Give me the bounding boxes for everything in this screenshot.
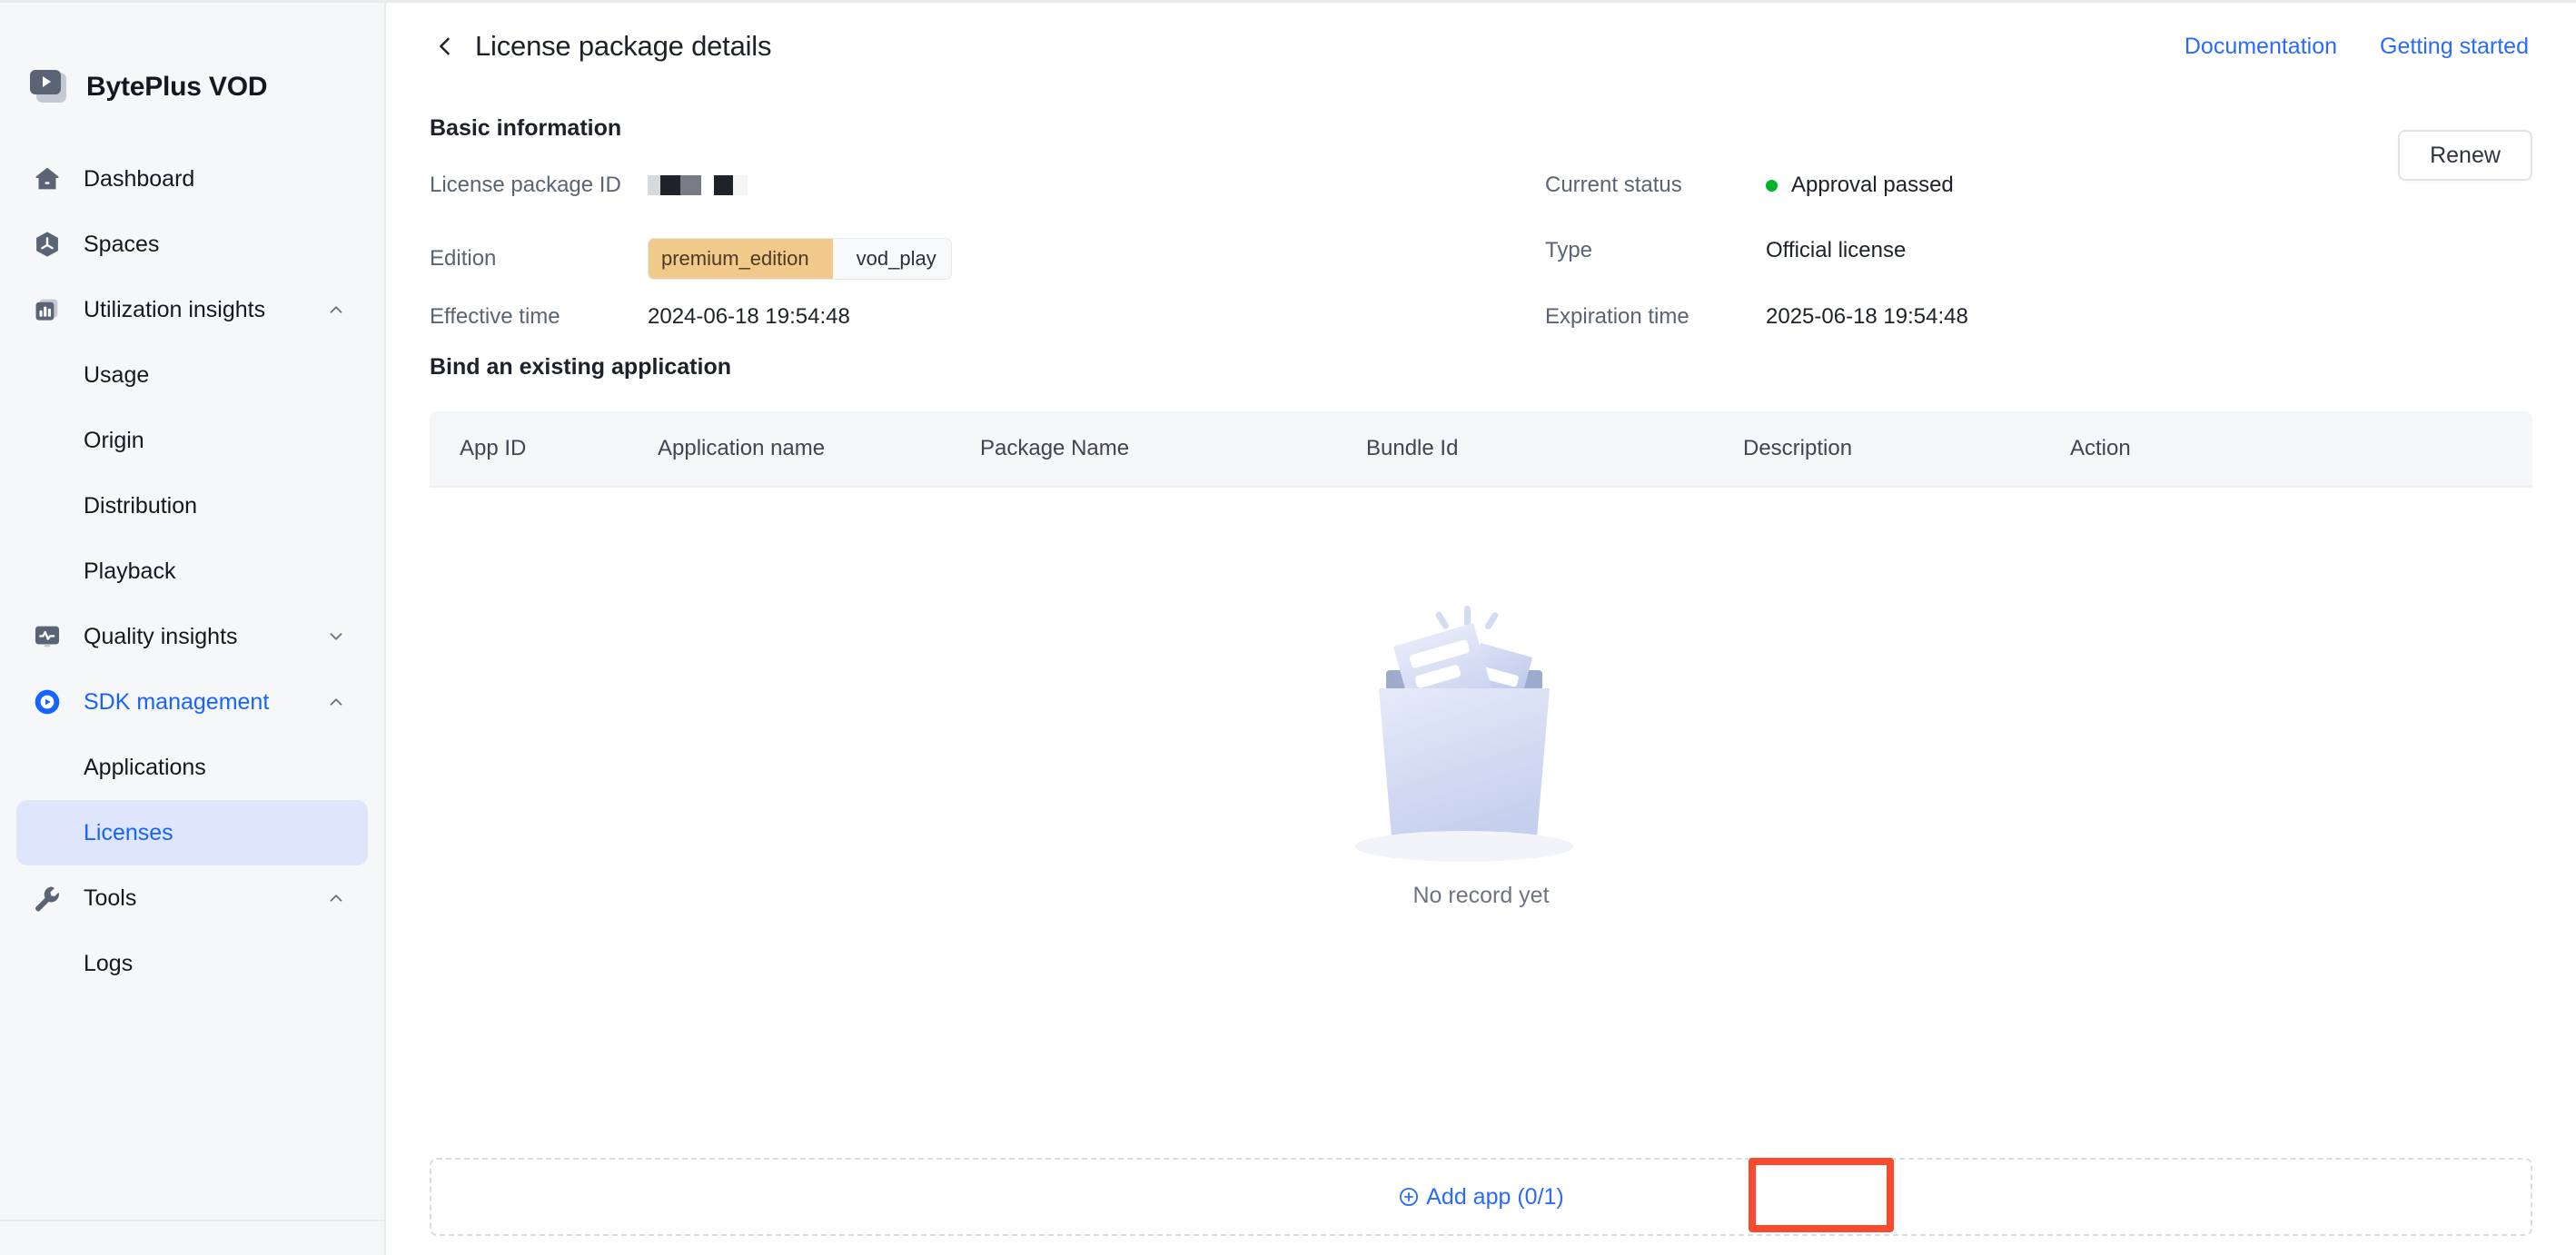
status-badge: Approval passed: [1791, 173, 1954, 197]
spaces-icon: [30, 229, 64, 260]
chevron-down-icon[interactable]: [326, 627, 346, 647]
sidebar-item-dashboard[interactable]: Dashboard: [16, 146, 368, 212]
sidebar-item-label: Logs: [84, 950, 134, 976]
basic-information-grid: License package ID Edition premium_editi…: [386, 173, 2576, 345]
field-label: Type: [1545, 238, 1593, 262]
sidebar-item-origin[interactable]: Origin: [16, 408, 368, 473]
field-effective-time: Effective time 2024-06-18 19:54:48: [430, 304, 850, 330]
app-root: BytePlus VOD Dashboard Spaces Utilizatio: [0, 0, 2576, 1255]
sidebar-item-label: Origin: [84, 427, 144, 453]
basic-information-title: Basic information: [430, 115, 622, 141]
column-header-bundle-id: Bundle Id: [1366, 436, 1459, 460]
field-label: Effective time: [430, 304, 560, 329]
sidebar-item-label: Spaces: [84, 231, 160, 257]
chevron-up-icon[interactable]: [326, 692, 346, 712]
add-app-label: Add app (0/1): [1426, 1183, 1564, 1210]
field-expiration-time: Expiration time 2025-06-18 19:54:48: [1545, 304, 1968, 330]
table-header-row: App ID Application name Package Name Bun…: [430, 411, 2532, 488]
getting-started-link[interactable]: Getting started: [2380, 34, 2529, 60]
chevron-up-icon[interactable]: [326, 888, 346, 908]
add-app-button[interactable]: Add app (0/1): [1398, 1184, 1564, 1211]
empty-box-documents-icon: [1341, 576, 1622, 875]
field-value: Official license: [1766, 238, 1907, 262]
sidebar-item-quality-insights[interactable]: Quality insights: [16, 604, 368, 669]
edition-badge: premium_edition vod_play: [648, 238, 952, 280]
sidebar-item-licenses[interactable]: Licenses: [16, 800, 368, 865]
table-empty-state: No record yet: [430, 488, 2532, 996]
home-icon: [30, 163, 64, 194]
documentation-link[interactable]: Documentation: [2185, 34, 2337, 60]
status-dot-icon: [1766, 179, 1778, 192]
sidebar-item-applications[interactable]: Applications: [16, 735, 368, 800]
column-header-description: Description: [1743, 436, 1853, 460]
sidebar: BytePlus VOD Dashboard Spaces Utilizatio: [0, 3, 386, 1255]
sidebar-item-label: SDK management: [84, 688, 270, 715]
video-play-icon: [30, 69, 66, 105]
main-content: License package details Documentation Ge…: [386, 3, 2576, 1255]
wrench-icon: [30, 883, 64, 914]
bound-applications-table: App ID Application name Package Name Bun…: [430, 411, 2532, 996]
sidebar-item-playback[interactable]: Playback: [16, 539, 368, 604]
bind-application-title: Bind an existing application: [430, 354, 731, 380]
sidebar-item-utilization-insights[interactable]: Utilization insights: [16, 277, 368, 342]
field-label: Current status: [1545, 173, 1682, 197]
sidebar-item-label: Quality insights: [84, 623, 238, 649]
sidebar-item-logs[interactable]: Logs: [16, 931, 368, 996]
sidebar-nav: Dashboard Spaces Utilization insights Us…: [0, 121, 384, 996]
field-label: Edition: [430, 246, 497, 271]
field-current-status: Current status Approval passed: [1545, 173, 1954, 198]
field-license-package-id: License package ID: [430, 173, 748, 198]
sidebar-item-usage[interactable]: Usage: [16, 342, 368, 408]
sidebar-item-spaces[interactable]: Spaces: [16, 212, 368, 277]
sidebar-item-distribution[interactable]: Distribution: [16, 473, 368, 539]
column-header-application-name: Application name: [658, 436, 826, 460]
chevron-left-icon[interactable]: [430, 31, 461, 62]
bar-chart-icon: [30, 294, 64, 325]
sidebar-item-label: Licenses: [84, 819, 173, 845]
sidebar-item-label: Applications: [84, 754, 206, 780]
sidebar-divider: [0, 1220, 384, 1221]
page-title: License package details: [475, 30, 772, 62]
sidebar-item-label: Utilization insights: [84, 296, 266, 322]
sidebar-item-label: Distribution: [84, 492, 198, 519]
monitor-pulse-icon: [30, 621, 64, 652]
brand-name: BytePlus VOD: [86, 71, 268, 102]
sidebar-item-label: Tools: [84, 884, 137, 911]
edition-secondary: vod_play: [832, 239, 951, 279]
field-value: 2024-06-18 19:54:48: [648, 304, 850, 329]
column-header-app-id: App ID: [460, 436, 527, 460]
chevron-up-icon[interactable]: [326, 300, 346, 320]
add-app-dropzone[interactable]: Add app (0/1): [430, 1158, 2532, 1236]
sdk-play-circle-icon: [30, 687, 64, 717]
edition-primary: premium_edition: [649, 239, 833, 279]
sidebar-item-sdk-management[interactable]: SDK management: [16, 669, 368, 735]
empty-state-text: No record yet: [1412, 882, 1550, 908]
sidebar-item-tools[interactable]: Tools: [16, 865, 368, 931]
column-header-action: Action: [2070, 436, 2131, 460]
field-value: 2025-06-18 19:54:48: [1766, 304, 1968, 329]
field-label: License package ID: [430, 173, 621, 197]
header-links: Documentation Getting started: [2185, 34, 2529, 60]
sidebar-item-label: Dashboard: [84, 165, 195, 192]
sidebar-item-label: Playback: [84, 558, 176, 584]
field-label: Expiration time: [1545, 304, 1689, 329]
sidebar-item-label: Usage: [84, 361, 150, 388]
plus-circle-icon: [1398, 1186, 1420, 1208]
brand[interactable]: BytePlus VOD: [0, 3, 384, 121]
column-header-package-name: Package Name: [980, 436, 1130, 460]
license-package-id-redacted-value: [648, 173, 748, 198]
field-type: Type Official license: [1545, 238, 1906, 263]
page-header: License package details Documentation Ge…: [386, 3, 2576, 90]
field-edition: Edition premium_edition vod_play: [430, 238, 952, 280]
